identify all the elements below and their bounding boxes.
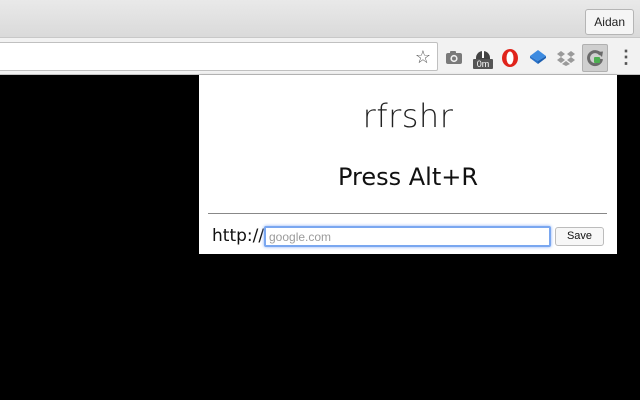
save-button[interactable]: Save <box>555 227 604 246</box>
url-prefix-label: http:// <box>212 226 265 246</box>
bookmark-icon[interactable] <box>528 48 548 68</box>
shortcut-text: Press Alt+R <box>337 163 479 191</box>
divider <box>208 213 607 214</box>
camera-icon[interactable] <box>444 48 464 68</box>
refresh-extension-icon[interactable] <box>585 48 605 68</box>
star-icon[interactable]: ☆ <box>415 46 431 68</box>
dropbox-icon[interactable] <box>556 48 576 68</box>
opera-icon[interactable] <box>500 48 520 68</box>
timer-badge: 0m <box>476 59 490 69</box>
timer-icon[interactable]: 0m <box>472 47 494 71</box>
browser-window: Aidan ☆ 0m ⋮ rfrshr Press Alt+R http:// … <box>0 0 640 400</box>
profile-button[interactable]: Aidan <box>585 9 634 35</box>
popup-title: rfrshr <box>362 97 454 135</box>
address-bar[interactable]: ☆ <box>0 42 438 71</box>
menu-icon[interactable]: ⋮ <box>617 47 635 67</box>
url-input[interactable] <box>264 226 551 247</box>
title-bar: Aidan <box>0 0 640 38</box>
extension-popup: rfrshr Press Alt+R http:// Save <box>199 75 617 254</box>
